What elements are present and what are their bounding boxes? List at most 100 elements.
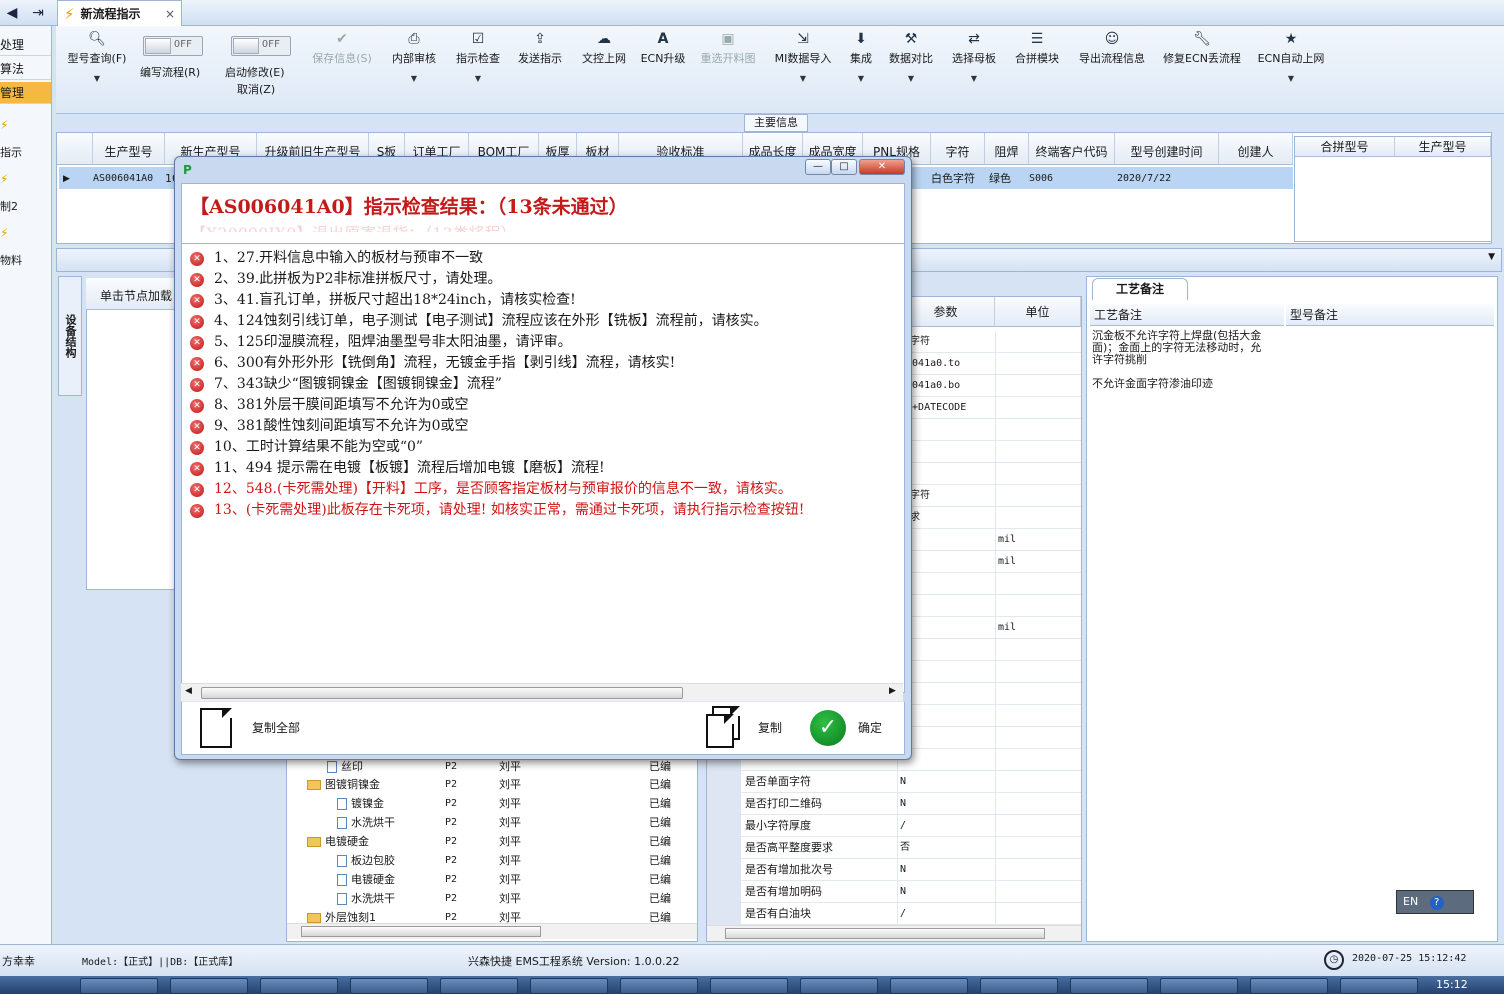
taskbar-item[interactable] xyxy=(1070,978,1148,994)
tab-new-process[interactable]: ⚡ 新流程指示 × xyxy=(57,0,182,26)
model-notes-col-header[interactable]: 型号备注 xyxy=(1286,304,1494,326)
internal-review-button[interactable]: ⎙ 内部审核 ▼ xyxy=(386,26,442,112)
tree-node[interactable]: 水洗烘干 xyxy=(337,889,395,908)
table-row[interactable]: 是否高平整度要求 否 xyxy=(707,837,1081,859)
error-item[interactable]: ✕ 13、(卡死需处理)此板存在卡死项，请处理! 如核实正常，需通过卡死项，请执行… xyxy=(182,500,904,521)
repair-ecn-button[interactable]: 🔧︎ 修复ECN丢流程 xyxy=(1160,26,1244,112)
error-item[interactable]: ✕ 7、343缺少“图镀铜镍金【图镀铜镍金】流程” xyxy=(182,374,904,395)
error-item[interactable]: ✕ 9、381酸性蚀刻间距填写不允许为0或空 xyxy=(182,416,904,437)
tree-node[interactable]: 镀镍金 xyxy=(337,794,384,813)
table-row[interactable]: 是否打印二维码 N xyxy=(707,793,1081,815)
taskbar-item[interactable] xyxy=(1250,978,1328,994)
param-value[interactable]: N xyxy=(897,881,993,903)
error-item[interactable]: ✕ 2、39.此拼板为P2非标准拼板尺寸，请处理。 xyxy=(182,269,904,290)
taskbar-item[interactable] xyxy=(980,978,1058,994)
dialog-titlebar[interactable]: P — □ ✕ xyxy=(175,157,911,181)
copy-all-button[interactable]: 复制全部 xyxy=(196,702,316,754)
taskbar-item[interactable] xyxy=(260,978,338,994)
tab-close-icon[interactable]: × xyxy=(165,7,175,21)
taskbar-item[interactable] xyxy=(710,978,788,994)
col-header[interactable]: 创建人 xyxy=(1219,133,1293,165)
error-item[interactable]: ✕ 4、124蚀刻引线订单，电子测试【电子测试】流程应该在外形【铣板】流程前，请核… xyxy=(182,311,904,332)
taskbar-item[interactable] xyxy=(440,978,518,994)
error-item[interactable]: ✕ 5、125印湿膜流程，阻焊油墨型号非太阳油墨，请评审。 xyxy=(182,332,904,353)
nav-item-processing[interactable]: 处理 xyxy=(0,34,51,56)
close-button[interactable]: ✕ xyxy=(859,159,905,175)
table-row[interactable]: 是否有增加明码 N xyxy=(707,881,1081,903)
notes-col-header[interactable]: 工艺备注 xyxy=(1090,304,1284,326)
instruction-check-button[interactable]: ☑ 指示检查 ▼ xyxy=(450,26,506,112)
table-row[interactable]: 最小字符厚度 / xyxy=(707,815,1081,837)
ecn-upgrade-button[interactable]: A ECN升级 xyxy=(638,26,688,112)
integrate-button[interactable]: ⬇ 集成 ▼ xyxy=(844,26,878,112)
ecn-auto-upload-button[interactable]: ★ ECN自动上网 ▼ xyxy=(1256,26,1326,112)
param-value[interactable]: 否 xyxy=(897,837,993,859)
col-header[interactable]: 单位 xyxy=(995,297,1081,327)
taskbar-item[interactable] xyxy=(890,978,968,994)
ime-toolbar[interactable]: EN ? xyxy=(1396,890,1474,914)
col-header[interactable]: 字符 xyxy=(931,133,985,165)
cell-model[interactable]: AS006041A0 xyxy=(89,169,159,189)
chevron-down-icon[interactable]: ▼ xyxy=(1488,252,1495,262)
taskbar-item[interactable] xyxy=(170,978,248,994)
doc-control-upload-button[interactable]: ☁ 文控上网 xyxy=(576,26,632,112)
col-header[interactable]: 生产型号 xyxy=(93,133,165,165)
help-icon[interactable]: ? xyxy=(1429,896,1444,910)
error-item[interactable]: ✕ 1、27.开料信息中输入的板材与预审不一致 xyxy=(182,248,904,269)
error-item[interactable]: ✕ 11、494 提示需在电镀【板镀】流程后增加电镀【磨板】流程! xyxy=(182,458,904,479)
ok-button[interactable]: ✓ 确定 xyxy=(810,702,900,754)
table-row[interactable]: 是否有增加批次号 N xyxy=(707,859,1081,881)
nav-item-management[interactable]: 管理 xyxy=(0,82,51,104)
tree-hscrollbar[interactable] xyxy=(287,923,697,939)
col-header[interactable]: 型号创建时间 xyxy=(1115,133,1219,165)
minimize-button[interactable]: — xyxy=(805,159,831,175)
param-value[interactable]: / xyxy=(897,903,993,925)
tree-node[interactable]: 图镀铜镍金 xyxy=(307,775,380,794)
process-note-text-2[interactable]: 不允许金面字符渗油印迹 xyxy=(1092,378,1270,390)
row-selector[interactable] xyxy=(707,859,741,881)
device-structure-tab[interactable]: 设备结构 xyxy=(58,276,82,396)
error-item[interactable]: ✕ 6、300有外形外形【铣倒角】流程，无镀金手指【剥引线】流程，请核实! xyxy=(182,353,904,374)
maximize-button[interactable]: □ xyxy=(831,159,857,175)
error-list-hscrollbar[interactable]: ◀ ▶ xyxy=(181,683,903,701)
data-compare-button[interactable]: ⚒ 数据对比 ▼ xyxy=(886,26,936,112)
tree-node[interactable]: 水洗烘干 xyxy=(337,813,395,832)
cell-char[interactable]: 白色字符 xyxy=(927,169,983,189)
tree-node[interactable]: 电镀硬金 xyxy=(307,832,369,851)
mi-data-import-button[interactable]: ⇲ MI数据导入 ▼ xyxy=(770,26,836,112)
error-item[interactable]: ✕ 12、548.(卡死需处理)【开料】工序，是否顾客指定板材与预审报价的信息不一… xyxy=(182,479,904,500)
row-selector[interactable] xyxy=(707,837,741,859)
tree-node[interactable]: 板边包胶 xyxy=(337,851,395,870)
error-item[interactable]: ✕ 8、381外层干膜间距填写不允许为0或空 xyxy=(182,395,904,416)
merge-module-button[interactable]: ☰ 合拼模块 xyxy=(1010,26,1064,112)
col-header[interactable]: 生产型号 xyxy=(1395,137,1491,157)
select-motherboard-button[interactable]: ⇄ 选择母板 ▼ xyxy=(948,26,1000,112)
row-selector[interactable] xyxy=(707,793,741,815)
write-process-toggle[interactable]: OFF xyxy=(143,36,203,56)
taskbar-item[interactable] xyxy=(80,978,158,994)
table-row[interactable]: 是否单面字符 N xyxy=(707,771,1081,793)
nav-forward-icon[interactable]: ⇥ xyxy=(28,3,48,23)
save-info-button[interactable]: ✔ 保存信息(S) xyxy=(306,26,378,112)
row-selector[interactable] xyxy=(707,771,741,793)
error-item[interactable]: ✕ 10、工时计算结果不能为空或“0” xyxy=(182,437,904,458)
process-note-text[interactable]: 沉金板不允许字符上焊盘(包括大金面)；金面上的字符无法移动时，允许字符挑削 xyxy=(1092,330,1270,366)
send-instruction-button[interactable]: ⇪ 发送指示 xyxy=(512,26,568,112)
param-hscrollbar[interactable] xyxy=(707,925,1081,941)
taskbar-item[interactable] xyxy=(800,978,878,994)
param-value[interactable]: N xyxy=(897,859,993,881)
col-header[interactable]: 终端客户代码 xyxy=(1029,133,1115,165)
cell-created[interactable]: 2020/7/22 xyxy=(1113,169,1213,189)
nav-back-icon[interactable]: ◀ xyxy=(2,3,22,23)
taskbar-item[interactable] xyxy=(350,978,428,994)
taskbar-item[interactable] xyxy=(530,978,608,994)
taskbar-item[interactable] xyxy=(620,978,698,994)
cell-customer[interactable]: S006 xyxy=(1025,169,1085,189)
error-item[interactable]: ✕ 3、41.盲孔订单，拼板尺寸超出18*24inch，请核实检查! xyxy=(182,290,904,311)
row-selector[interactable] xyxy=(707,903,741,925)
model-query-button[interactable]: 🔍︎ 型号查询(F) ▼ xyxy=(62,26,132,112)
nav-item-instruct[interactable]: 指示 xyxy=(0,144,22,160)
scroll-thumb[interactable] xyxy=(201,687,683,699)
nav-item-prod2[interactable]: 制2 xyxy=(0,198,18,214)
param-value[interactable]: / xyxy=(897,815,993,837)
